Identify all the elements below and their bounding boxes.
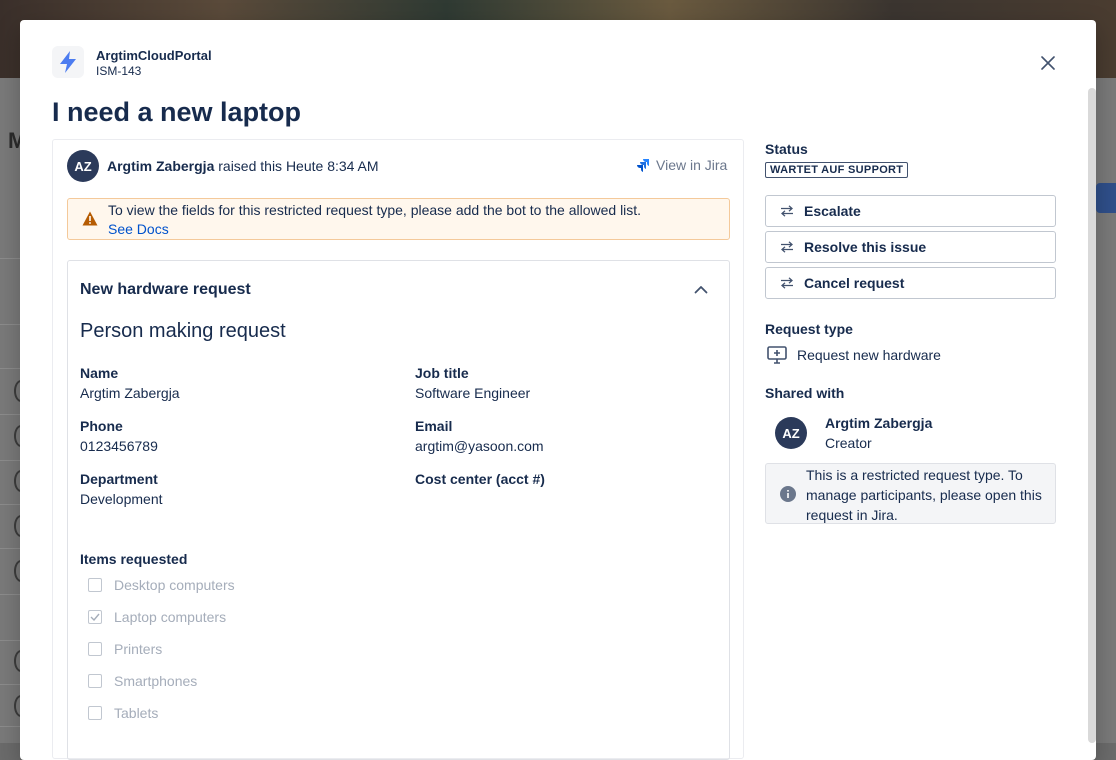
restricted-warning: To view the fields for this restricted r…	[67, 198, 730, 240]
checkbox[interactable]	[88, 642, 102, 656]
request-type-label: Request type	[765, 321, 853, 337]
warning-icon	[82, 211, 98, 226]
name-value: Argtim Zabergja	[80, 385, 180, 401]
checkbox-printers[interactable]: Printers	[88, 641, 162, 657]
transition-icon	[781, 205, 793, 217]
avatar: AZ	[67, 150, 99, 182]
collapse-button[interactable]	[690, 278, 712, 300]
request-type: Request new hardware	[767, 346, 941, 364]
shared-user-name: Argtim Zabergja	[825, 415, 933, 431]
info-icon	[780, 486, 796, 502]
checkbox-smartphones[interactable]: Smartphones	[88, 673, 197, 689]
view-in-jira-label: View in Jira	[656, 157, 728, 173]
resolve-label: Resolve this issue	[804, 239, 927, 255]
items-requested-label: Items requested	[80, 551, 188, 567]
issue-key: ISM-143	[96, 64, 142, 78]
job-title-label: Job title	[415, 365, 469, 381]
modal-scrollbar[interactable]	[1088, 88, 1096, 743]
cost-center-label: Cost center (acct #)	[415, 471, 545, 487]
checkbox-laptop[interactable]: Laptop computers	[88, 609, 226, 625]
monitor-icon	[767, 346, 787, 364]
escalate-button[interactable]: Escalate	[765, 195, 1056, 227]
name-label: Name	[80, 365, 119, 381]
checkbox-tablets[interactable]: Tablets	[88, 705, 158, 721]
close-button[interactable]	[1036, 51, 1060, 75]
shared-user-role: Creator	[825, 435, 872, 451]
raised-info: Argtim Zabergja raised this Heute 8:34 A…	[107, 158, 379, 174]
portal-logo	[52, 46, 84, 78]
transition-icon	[781, 277, 793, 289]
request-type-value: Request new hardware	[797, 347, 941, 363]
email-value: argtim@yasoon.com	[415, 438, 544, 454]
see-docs-link[interactable]: See Docs	[108, 221, 169, 237]
department-label: Department	[80, 471, 158, 487]
checkbox-label: Printers	[114, 641, 163, 657]
department-value: Development	[80, 491, 163, 507]
resolve-button[interactable]: Resolve this issue	[765, 231, 1056, 263]
background-button	[1096, 183, 1116, 213]
status-badge: WARTET AUF SUPPORT	[765, 162, 909, 178]
checkbox[interactable]	[88, 706, 102, 720]
checkbox[interactable]	[88, 674, 102, 688]
job-title-value: Software Engineer	[415, 385, 531, 401]
escalate-label: Escalate	[804, 203, 861, 219]
checkbox-label: Desktop computers	[114, 577, 235, 593]
checkbox-label: Smartphones	[114, 673, 198, 689]
section-title: Person making request	[80, 320, 286, 342]
raised-text: raised this Heute 8:34 AM	[214, 158, 379, 174]
email-label: Email	[415, 418, 453, 434]
checkbox-label: Tablets	[114, 705, 159, 721]
reporter-name: Argtim Zabergja	[107, 158, 215, 174]
form-title: New hardware request	[80, 281, 251, 298]
cancel-request-button[interactable]: Cancel request	[765, 267, 1056, 299]
portal-name: ArgtimCloudPortal	[96, 48, 212, 63]
restricted-info: This is a restricted request type. To ma…	[765, 463, 1056, 524]
lightning-icon	[60, 51, 76, 73]
view-in-jira-link[interactable]: View in Jira	[636, 157, 727, 173]
checkbox-label: Laptop computers	[114, 609, 227, 625]
transition-icon	[781, 241, 793, 253]
phone-label: Phone	[80, 418, 123, 434]
checkbox[interactable]	[88, 578, 102, 592]
status-label: Status	[765, 141, 808, 157]
phone-value: 0123456789	[80, 438, 158, 454]
check-icon	[90, 613, 100, 621]
close-icon	[1041, 56, 1055, 70]
chevron-up-icon	[694, 285, 708, 293]
checkbox[interactable]	[88, 610, 102, 624]
cancel-request-label: Cancel request	[804, 275, 905, 291]
jira-icon	[637, 159, 649, 172]
page-title: I need a new laptop	[52, 97, 302, 127]
avatar: AZ	[775, 417, 807, 449]
checkbox-desktop[interactable]: Desktop computers	[88, 577, 235, 593]
warning-text: To view the fields for this restricted r…	[108, 202, 642, 218]
shared-with-label: Shared with	[765, 385, 845, 401]
info-text: This is a restricted request type. To ma…	[806, 467, 1042, 523]
